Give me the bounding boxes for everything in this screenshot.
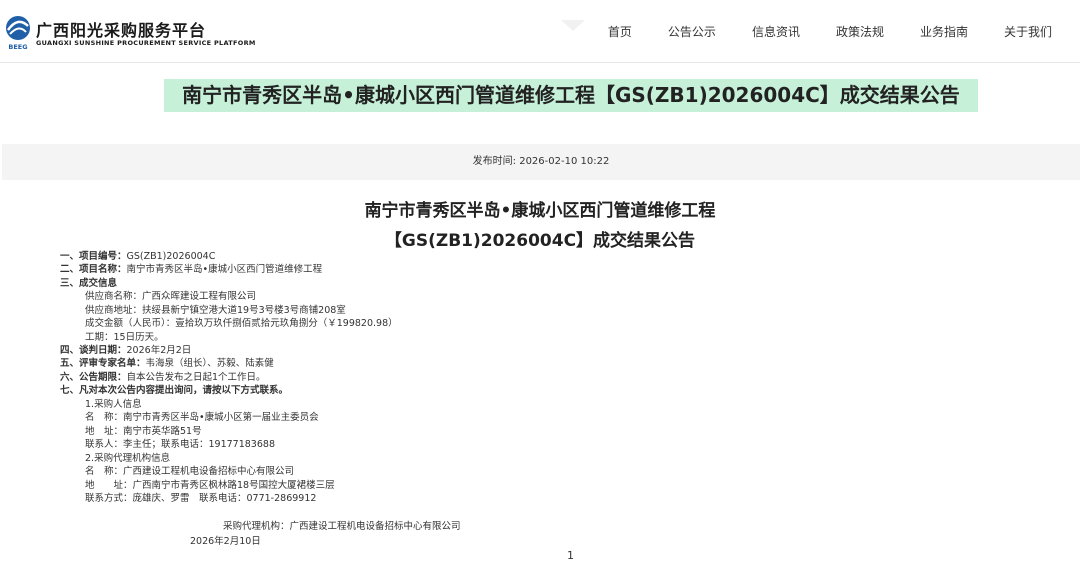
nav-about[interactable]: 关于我们 — [1004, 23, 1052, 40]
doc-line: 二、项目名称：南宁市青秀区半岛•康城小区西门管道维修工程 — [60, 264, 323, 275]
decorative-triangle — [561, 20, 585, 31]
doc-line: 六、公告期限：自本公告发布之日起1个工作日。 — [60, 372, 266, 383]
page-title: 南宁市青秀区半岛•康城小区西门管道维修工程【GS(ZB1)2026004C】成交… — [182, 83, 960, 107]
doc-line: 1.采购人信息 — [85, 399, 142, 410]
doc-line: 三、成交信息 — [60, 278, 118, 289]
main-nav: 首页 公告公示 信息资讯 政策法规 业务指南 关于我们 — [608, 23, 1052, 40]
page-number: 1 — [567, 549, 574, 562]
brand-logo-icon[interactable]: BEEG — [2, 14, 34, 52]
page-title-highlight: 南宁市青秀区半岛•康城小区西门管道维修工程【GS(ZB1)2026004C】成交… — [164, 79, 978, 112]
doc-line: 联系方式：庞雄庆、罗雷 联系电话：0771-2869912 — [85, 493, 317, 504]
site-header: BEEG 广西阳光采购服务平台 GUANGXI SUNSHINE PROCURE… — [0, 0, 1080, 63]
doc-line: 七、凡对本次公告内容提出询问，请按以下方式联系。 — [60, 385, 289, 396]
doc-line: 2.采购代理机构信息 — [85, 453, 171, 464]
agency-signature: 采购代理机构：广西建设工程机电设备招标中心有限公司 — [223, 521, 461, 532]
publish-time: 发布时间: 2026-02-10 10:22 — [472, 156, 610, 167]
brand-title[interactable]: 广西阳光采购服务平台 — [36, 17, 206, 41]
brand-subtitle: GUANGXI SUNSHINE PROCUREMENT SERVICE PLA… — [36, 39, 256, 47]
doc-title-line2: 【GS(ZB1)2026004C】成交结果公告 — [384, 231, 696, 251]
doc-line: 供应商地址：扶绥县新宁镇空港大道19号3号楼3号商铺208室 — [85, 305, 346, 316]
sign-date: 2026年2月10日 — [190, 536, 261, 547]
doc-line: 四、谈判日期：2026年2月2日 — [60, 345, 192, 356]
doc-line: 供应商名称：广西众晖建设工程有限公司 — [85, 291, 257, 302]
doc-line: 名 称：南宁市青秀区半岛•康城小区第一届业主委员会 — [85, 412, 319, 423]
logo-text: BEEG — [8, 43, 27, 51]
doc-title-line1: 南宁市青秀区半岛•康城小区西门管道维修工程 — [364, 201, 716, 221]
publish-bar: 发布时间: 2026-02-10 10:22 — [2, 144, 1080, 180]
doc-line: 一、项目编号：GS(ZB1)2026004C — [60, 251, 216, 262]
doc-line: 工期：15日历天。 — [85, 332, 164, 343]
doc-line: 地 址：广西南宁市青秀区枫林路18号国控大厦裙楼三层 — [85, 480, 335, 491]
nav-home[interactable]: 首页 — [608, 23, 632, 40]
doc-line: 成交金额（人民币）：壹拾玖万玖仟捌佰贰拾元玖角捌分（￥199820.98） — [85, 318, 398, 329]
doc-line: 联系人：李主任；联系电话：19177183688 — [85, 439, 275, 450]
doc-line: 五、评审专家名单：韦海泉（组长）、苏毅、陆素健 — [60, 358, 274, 369]
nav-guide[interactable]: 业务指南 — [920, 23, 968, 40]
nav-news[interactable]: 信息资讯 — [752, 23, 800, 40]
nav-policies[interactable]: 政策法规 — [836, 23, 884, 40]
doc-line: 名 称：广西建设工程机电设备招标中心有限公司 — [85, 466, 295, 477]
doc-line: 地 址：南宁市英华路51号 — [85, 426, 202, 437]
nav-announcements[interactable]: 公告公示 — [668, 23, 716, 40]
